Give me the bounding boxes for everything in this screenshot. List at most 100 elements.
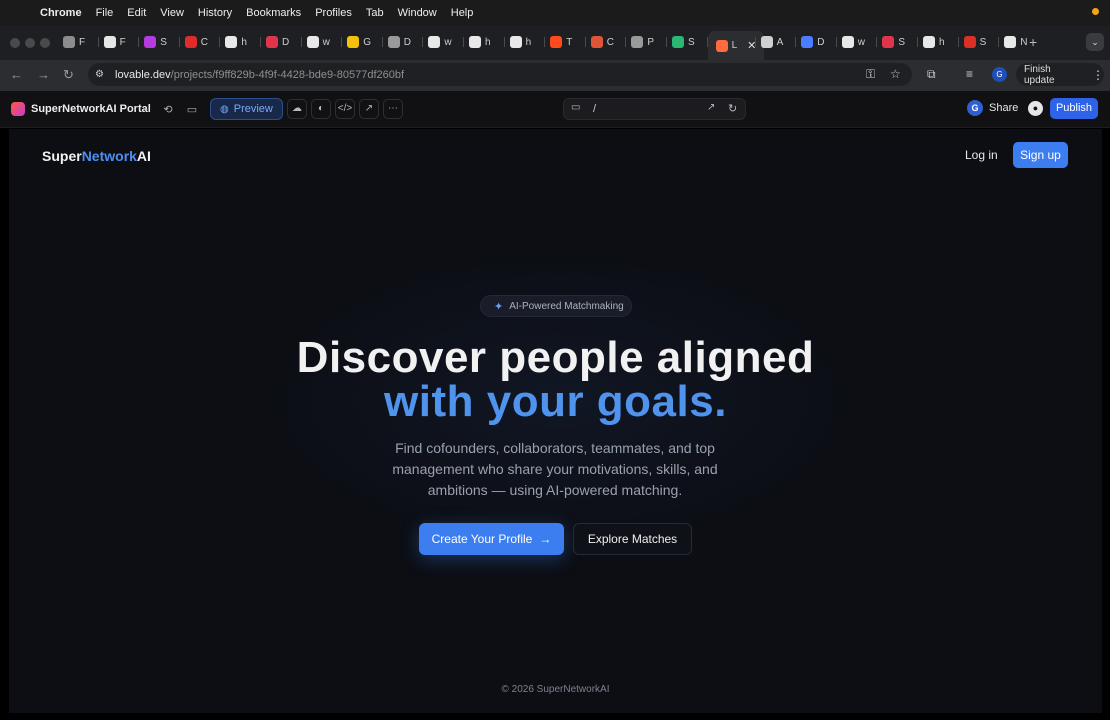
- open-external-icon[interactable]: ↗: [707, 102, 715, 113]
- new-tab-button[interactable]: +: [1029, 34, 1037, 50]
- reload-icon[interactable]: ↻: [63, 67, 74, 83]
- tab[interactable]: N: [1004, 32, 1027, 52]
- tab[interactable]: T: [550, 32, 572, 52]
- tab[interactable]: h: [469, 32, 491, 52]
- project-chevron-down-icon[interactable]: ⌄: [142, 103, 150, 114]
- finish-update-button[interactable]: Finish update ⋮: [1016, 63, 1104, 86]
- tab-label: G: [363, 36, 371, 48]
- code-icon[interactable]: </>: [335, 99, 355, 119]
- tab[interactable]: h: [923, 32, 945, 52]
- tab-active[interactable]: L ✕: [707, 31, 765, 60]
- profile-avatar[interactable]: G: [992, 67, 1007, 82]
- tab-label: F: [119, 36, 126, 48]
- tab-separator: [876, 37, 878, 47]
- app-icon: [631, 36, 644, 48]
- signup-button[interactable]: Sign up: [1013, 142, 1068, 168]
- tab-label: D: [282, 36, 290, 48]
- share-button[interactable]: G Share: [967, 100, 1018, 116]
- tab[interactable]: S: [882, 32, 905, 52]
- address-bar[interactable]: ⚙ lovable.dev/projects/f9ff829b-4f9f-442…: [88, 63, 912, 86]
- app-icon: [550, 36, 563, 48]
- device-toggle-icon[interactable]: ▭: [571, 102, 580, 113]
- tab-separator: [666, 37, 667, 47]
- tab-label: P: [647, 36, 655, 48]
- tab[interactable]: D: [387, 32, 411, 52]
- tab-search-chevron-icon[interactable]: ⌄: [1086, 33, 1104, 51]
- tab[interactable]: D: [266, 32, 289, 52]
- tab[interactable]: S: [672, 32, 695, 52]
- menu-help[interactable]: Help: [451, 7, 474, 19]
- menu-history[interactable]: History: [198, 7, 232, 19]
- tab[interactable]: h: [225, 32, 247, 52]
- tab[interactable]: F: [63, 32, 85, 52]
- tab-label: S: [160, 36, 167, 48]
- palette-icon[interactable]: ◐: [311, 99, 331, 119]
- extensions-icon[interactable]: ⧉: [927, 67, 936, 82]
- tab[interactable]: C: [184, 32, 208, 52]
- explore-matches-button[interactable]: Explore Matches: [573, 523, 692, 555]
- window-minimize-icon[interactable]: [25, 38, 35, 48]
- tab-separator: [917, 37, 918, 47]
- login-link[interactable]: Log in: [965, 148, 998, 162]
- cloud-icon[interactable]: ☁: [287, 99, 307, 119]
- menu-profiles[interactable]: Profiles: [315, 7, 352, 19]
- tab[interactable]: w: [306, 32, 330, 52]
- tab[interactable]: C: [590, 32, 615, 52]
- tab-label: D: [817, 36, 825, 48]
- youtube-icon: [184, 36, 197, 48]
- tab[interactable]: G: [347, 32, 371, 52]
- tab-separator: [178, 37, 180, 47]
- tab-separator: [625, 37, 627, 47]
- sidebar-toggle-icon[interactable]: ▭: [183, 102, 201, 118]
- tab-separator: [795, 37, 797, 47]
- back-arrow-icon[interactable]: ←: [10, 67, 23, 82]
- history-icon[interactable]: ⟲: [159, 102, 177, 118]
- window-close-icon[interactable]: [10, 38, 20, 48]
- tab[interactable]: P: [631, 32, 654, 52]
- menu-tab[interactable]: Tab: [366, 7, 384, 19]
- tab-separator: [503, 37, 505, 47]
- tab[interactable]: F: [103, 32, 126, 52]
- github-icon[interactable]: ●: [1028, 101, 1043, 116]
- tab[interactable]: S: [144, 32, 167, 52]
- tab[interactable]: A: [760, 32, 783, 52]
- gmail-icon: [963, 36, 976, 48]
- media-controls-icon[interactable]: ≡: [966, 67, 973, 81]
- chrome-menu-icon[interactable]: ⋮: [1092, 68, 1104, 82]
- preview-route-bar[interactable]: ▭ / ↗ ↻: [563, 98, 746, 120]
- tab-separator: [341, 37, 343, 47]
- preview-button[interactable]: ◍ Preview: [210, 98, 283, 120]
- password-key-icon[interactable]: ⚿: [866, 67, 875, 82]
- site-logo[interactable]: SuperNetworkAI: [42, 148, 151, 164]
- menu-bookmarks[interactable]: Bookmarks: [246, 7, 301, 19]
- menu-edit[interactable]: Edit: [127, 7, 146, 19]
- tab[interactable]: w: [841, 32, 865, 52]
- google-icon: [923, 36, 935, 48]
- menu-window[interactable]: Window: [398, 7, 437, 19]
- brand-part-ai: AI: [136, 148, 151, 164]
- notification-dot-icon: [1092, 8, 1099, 15]
- google-icon: [306, 36, 319, 48]
- more-options-icon[interactable]: ⋯: [383, 99, 403, 119]
- forward-arrow-icon[interactable]: →: [37, 67, 50, 82]
- project-name[interactable]: SuperNetworkAI Portal: [31, 103, 151, 115]
- preview-reload-icon[interactable]: ↻: [728, 102, 737, 115]
- window-zoom-icon[interactable]: [40, 38, 50, 48]
- preview-route[interactable]: /: [593, 103, 596, 115]
- app-icon: [715, 39, 728, 52]
- tab-separator: [381, 37, 383, 47]
- bookmark-star-icon[interactable]: ☆: [890, 67, 901, 81]
- analytics-icon[interactable]: ↗: [359, 99, 379, 119]
- tab[interactable]: w: [428, 32, 452, 52]
- tab[interactable]: h: [509, 32, 531, 52]
- tab[interactable]: S: [963, 32, 986, 52]
- menu-app-name[interactable]: Chrome: [40, 7, 82, 19]
- tab-label: C: [606, 36, 615, 48]
- arrow-right-icon: →: [539, 532, 552, 546]
- publish-button[interactable]: Publish: [1050, 98, 1098, 119]
- site-settings-icon[interactable]: ⚙: [95, 69, 109, 80]
- menu-file[interactable]: File: [96, 7, 114, 19]
- tab[interactable]: D: [801, 32, 824, 52]
- menu-view[interactable]: View: [160, 7, 184, 19]
- create-profile-button[interactable]: Create Your Profile →: [419, 523, 564, 555]
